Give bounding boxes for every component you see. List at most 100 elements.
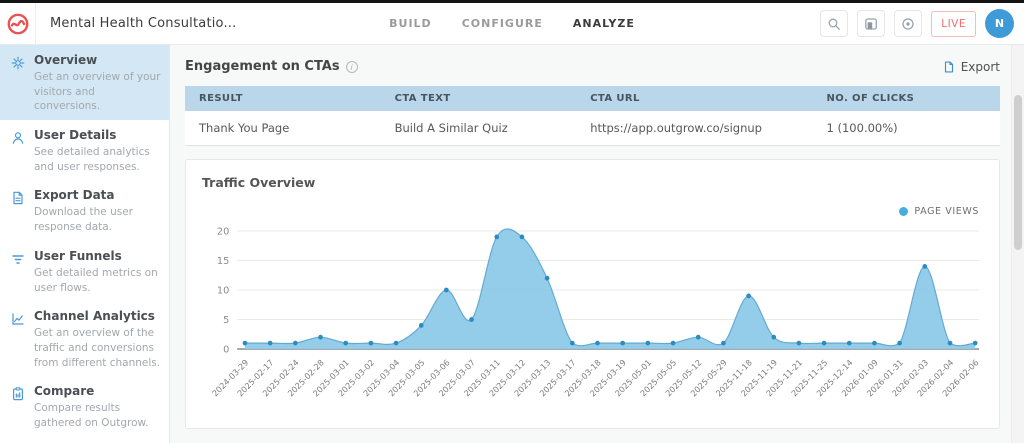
data-point[interactable]: [469, 317, 474, 322]
nav-configure[interactable]: CONFIGURE: [462, 17, 543, 30]
sidebar-item-text: Overview Get an overview of your visitor…: [34, 53, 161, 114]
cta-engagement-table: RESULT CTA TEXT CTA URL NO. OF CLICKS Th…: [185, 86, 1000, 146]
outgrow-logo[interactable]: [0, 3, 36, 45]
y-axis-tick: 0: [223, 344, 229, 355]
sidebar-item-label: User Details: [34, 128, 161, 142]
search-icon: [826, 16, 842, 32]
data-point[interactable]: [545, 276, 550, 281]
nav-build[interactable]: BUILD: [389, 17, 432, 30]
gear-icon: [10, 55, 26, 71]
cell-clicks: 1 (100.00%): [813, 111, 1000, 146]
eye-icon: [900, 16, 916, 32]
col-result[interactable]: RESULT: [185, 86, 381, 111]
sidebar-item-user-funnels[interactable]: User Funnels Get detailed metrics on use…: [0, 241, 169, 301]
outgrow-logo-icon: [6, 12, 30, 36]
sidebar-item-text: Channel Analytics Get an overview of the…: [34, 309, 161, 370]
cell-result: Thank You Page: [185, 111, 381, 146]
funnel-icon: [10, 251, 26, 267]
data-point[interactable]: [771, 335, 776, 340]
top-header: Mental Health Consultatio... BUILD CONFI…: [0, 3, 1024, 45]
table-header-row: RESULT CTA TEXT CTA URL NO. OF CLICKS: [185, 86, 1000, 111]
col-no-of-clicks[interactable]: NO. OF CLICKS: [813, 86, 1000, 111]
data-point[interactable]: [243, 341, 248, 346]
data-point[interactable]: [494, 235, 499, 240]
data-point[interactable]: [973, 341, 978, 346]
data-point[interactable]: [444, 288, 449, 293]
page-title: Mental Health Consultatio...: [50, 16, 236, 31]
main-nav: BUILD CONFIGURE ANALYZE: [389, 17, 635, 30]
sidebar-item-reports[interactable]: Reports Configure and send custom PDF re…: [0, 437, 169, 443]
user-icon: [10, 130, 26, 146]
sidebar-item-text: User Funnels Get detailed metrics on use…: [34, 249, 161, 295]
info-icon[interactable]: i: [346, 61, 358, 73]
data-point[interactable]: [369, 341, 374, 346]
data-point[interactable]: [595, 341, 600, 346]
data-point[interactable]: [872, 341, 877, 346]
col-cta-url[interactable]: CTA URL: [576, 86, 812, 111]
sidebar-item-label: Overview: [34, 53, 161, 67]
data-point[interactable]: [696, 335, 701, 340]
data-point[interactable]: [646, 341, 651, 346]
traffic-overview-card: Traffic Overview PAGE VIEWS 201510502024…: [185, 159, 1000, 429]
live-button[interactable]: LIVE: [931, 11, 976, 37]
data-point[interactable]: [897, 341, 902, 346]
data-point[interactable]: [847, 341, 852, 346]
export-button[interactable]: Export: [942, 60, 1000, 74]
data-point[interactable]: [797, 341, 802, 346]
nav-analyze[interactable]: ANALYZE: [573, 17, 635, 30]
device-preview-button[interactable]: [857, 10, 885, 37]
sidebar-item-description: Get an overview of the traffic and conve…: [34, 326, 161, 370]
chart-title: Traffic Overview: [202, 175, 983, 190]
data-point[interactable]: [318, 335, 323, 340]
data-point[interactable]: [520, 235, 525, 240]
data-point[interactable]: [948, 341, 953, 346]
export-document-icon: [942, 60, 956, 74]
preview-button[interactable]: [894, 10, 922, 37]
sidebar-item-user-details[interactable]: User Details See detailed analytics and …: [0, 120, 169, 180]
section-title: Engagement on CTAs: [185, 59, 340, 74]
traffic-overview-chart[interactable]: 201510502024-03-292025-02-172025-02-2420…: [202, 219, 983, 434]
data-point[interactable]: [721, 341, 726, 346]
legend-dot-icon: [899, 207, 908, 216]
scrollbar-thumb[interactable]: [1014, 95, 1022, 250]
cell-cta-url: https://app.outgrow.co/signup: [576, 111, 812, 146]
data-point[interactable]: [570, 341, 575, 346]
data-point[interactable]: [746, 294, 751, 299]
series-line: [245, 229, 975, 346]
search-button[interactable]: [820, 10, 848, 37]
export-label: Export: [961, 60, 1000, 74]
chart-legend[interactable]: PAGE VIEWS: [202, 206, 979, 217]
sidebar-item-label: User Funnels: [34, 249, 161, 263]
sidebar-item-compare[interactable]: Compare Compare results gathered on Outg…: [0, 376, 169, 436]
y-axis-tick: 20: [217, 226, 229, 237]
sidebar-item-overview[interactable]: Overview Get an overview of your visitor…: [0, 45, 169, 120]
data-point[interactable]: [922, 264, 927, 269]
y-axis-tick: 15: [217, 256, 229, 267]
user-avatar[interactable]: N: [985, 9, 1014, 38]
area-series: [245, 229, 975, 349]
main-content: Engagement on CTAs i Export RESULT CTA T…: [170, 45, 1024, 443]
data-point[interactable]: [394, 341, 399, 346]
y-axis-tick: 5: [223, 315, 229, 326]
data-point[interactable]: [268, 341, 273, 346]
sidebar-item-text: User Details See detailed analytics and …: [34, 128, 161, 174]
sidebar-item-description: Get detailed metrics on user flows.: [34, 266, 161, 295]
data-point[interactable]: [620, 341, 625, 346]
sidebar-item-channel-analytics[interactable]: Channel Analytics Get an overview of the…: [0, 301, 169, 376]
data-point[interactable]: [671, 341, 676, 346]
data-point[interactable]: [822, 341, 827, 346]
data-point[interactable]: [293, 341, 298, 346]
sidebar-item-export-data[interactable]: Export Data Download the user response d…: [0, 180, 169, 240]
data-point[interactable]: [343, 341, 348, 346]
sidebar-item-description: Download the user response data.: [34, 205, 161, 234]
col-cta-text[interactable]: CTA TEXT: [381, 86, 577, 111]
sidebar-item-label: Channel Analytics: [34, 309, 161, 323]
analyze-sidebar: Overview Get an overview of your visitor…: [0, 45, 170, 443]
data-point[interactable]: [419, 323, 424, 328]
header-actions: LIVE N: [820, 9, 1014, 38]
cell-cta-text: Build A Similar Quiz: [381, 111, 577, 146]
sidebar-item-description: Get an overview of your visitors and con…: [34, 70, 161, 114]
scrollbar-track[interactable]: [1011, 45, 1024, 443]
clipboard-icon: [10, 386, 26, 402]
line-chart-icon: [10, 311, 26, 327]
